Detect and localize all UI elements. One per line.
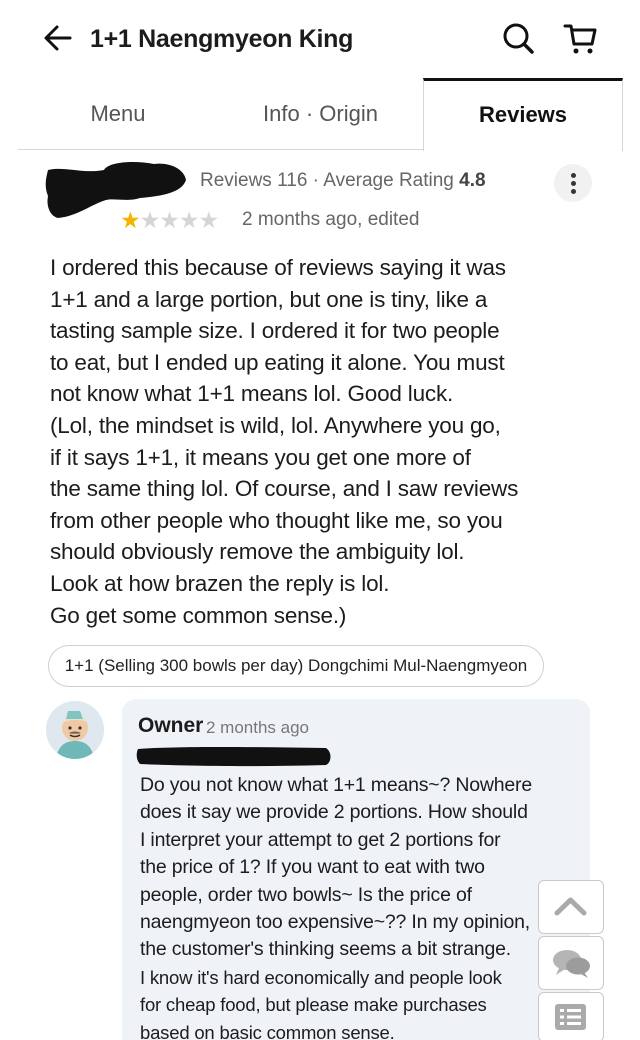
average-rating-label: Average Rating <box>323 170 454 191</box>
page-title: 1+1 Naengmyeon King <box>90 25 354 53</box>
star-empty-icon: ★ <box>139 207 161 233</box>
reply-line: for cheap food, but please make purchase… <box>140 994 487 1016</box>
star-empty-icon: ★ <box>178 207 200 233</box>
review-line: if it says 1+1, it means you get one mor… <box>50 444 471 470</box>
owner-reply-date: 2 months ago <box>206 718 310 737</box>
list-icon <box>555 1004 586 1030</box>
reply-line: I know it's hard economically and people… <box>140 966 502 988</box>
star-empty-icon: ★ <box>159 207 180 233</box>
review-line: (Lol, the mindset is wild, lol. Anywhere… <box>50 412 501 438</box>
reviews-count: 116 <box>277 170 308 191</box>
review-line: not know what 1+1 means lol. Good luck. <box>50 381 454 407</box>
tab-menu[interactable]: Menu <box>18 78 218 150</box>
ordered-menu-chip[interactable]: 1+1 (Selling 300 bowls per day) Dongchim… <box>48 645 544 687</box>
review-line: tasting sample size. I ordered it for tw… <box>50 318 500 344</box>
reply-line: people, order two bowls~ Is the price of <box>140 883 472 906</box>
review-line: the same thing lol. Of course, and I saw… <box>50 476 519 502</box>
owner-avatar <box>46 701 104 759</box>
star-empty-icon: ★ <box>198 207 220 233</box>
review-line: from other people who thought like me, s… <box>50 507 503 533</box>
owner-name: Owner <box>138 714 204 737</box>
review-line: 1+1 and a large portion, but one is tiny… <box>50 286 488 312</box>
back-button[interactable] <box>42 22 74 54</box>
star-rating: ★★★★★ <box>120 207 220 233</box>
reviews-label: Reviews <box>200 170 272 191</box>
cart-icon <box>563 24 597 54</box>
review-body: I ordered this because of reviews saying… <box>50 252 590 631</box>
review-line: to eat, but I ended up eating it alone. … <box>50 349 505 375</box>
reply-line: does it say we provide 2 portions. How s… <box>140 801 528 824</box>
list-button[interactable] <box>538 992 604 1040</box>
scroll-to-top-button[interactable] <box>538 880 604 934</box>
stats-separator: · <box>312 170 319 191</box>
reviewer-stats: Reviews 116 · Average Rating 4.8 <box>200 168 486 194</box>
cart-button[interactable] <box>562 20 598 56</box>
search-icon <box>503 23 534 54</box>
reply-line: based on basic common sense. <box>140 1021 395 1040</box>
review-line: Look at how brazen the reply is lol. <box>50 570 390 596</box>
review-line: I ordered this because of reviews saying… <box>50 255 506 280</box>
tab-reviews[interactable]: Reviews <box>423 78 623 151</box>
more-options-button[interactable] <box>554 164 592 202</box>
chat-icon <box>553 950 590 978</box>
redacted-text <box>136 747 331 767</box>
search-button[interactable] <box>500 20 536 56</box>
owner-reply-body: Do you not know what 1+1 means~? Nowhere… <box>140 772 532 1040</box>
app-header: 1+1 Naengmyeon King <box>0 0 640 80</box>
reply-line: naengmyeon too expensive~?? In my opinio… <box>140 911 530 934</box>
chevron-up-icon <box>554 897 587 916</box>
average-rating-value: 4.8 <box>459 170 486 191</box>
reply-line: Do you not know what 1+1 means~? Nowhere <box>140 774 532 796</box>
reply-line: the customer's thinking seems a bit stra… <box>140 938 512 961</box>
tab-bar: Menu Info · Origin Reviews <box>18 78 623 151</box>
tab-info-origin[interactable]: Info · Origin <box>218 78 423 150</box>
star-filled-icon: ★ <box>120 207 141 233</box>
back-arrow-icon <box>44 25 72 51</box>
review-line: should obviously remove the ambiguity lo… <box>50 539 465 565</box>
reply-line: I interpret your attempt to get 2 portio… <box>140 828 501 851</box>
chat-button[interactable] <box>538 936 604 990</box>
review-date: 2 months ago, edited <box>242 209 420 230</box>
review-line: Go get some common sense.) <box>50 602 347 628</box>
reply-line: the price of 1? If you want to eat with … <box>140 856 485 879</box>
